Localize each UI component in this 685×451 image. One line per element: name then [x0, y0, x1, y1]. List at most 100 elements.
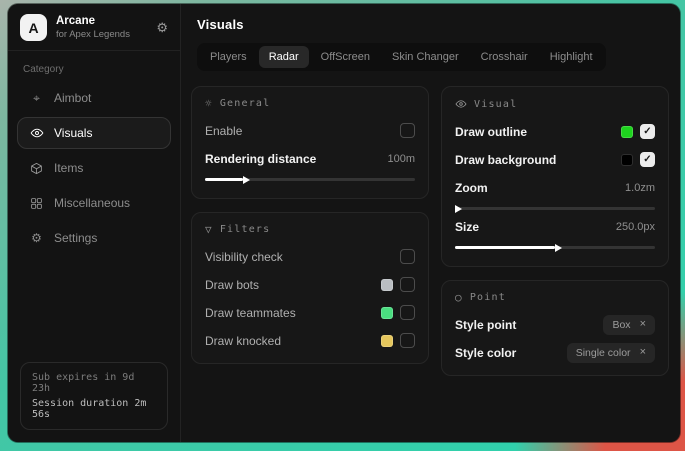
sidebar-item-miscellaneous[interactable]: Miscellaneous — [17, 187, 171, 219]
app-name: Arcane — [56, 15, 130, 27]
general-gear-icon: ☼ — [205, 98, 213, 109]
draw-teammates-row: Draw teammates — [205, 302, 415, 323]
visuals-tabbar: Players Radar OffScreen Skin Changer Cro… — [197, 43, 606, 71]
draw-bots-row: Draw bots — [205, 274, 415, 295]
sidebar: A Arcane for Apex Legends ⚙ Category ⌖ A… — [8, 4, 181, 442]
radar-content: ☼ General Enable Rendering distance 100m — [181, 71, 680, 376]
right-column: Visual Draw outline ✓ Draw background — [441, 86, 669, 376]
slider-thumb[interactable] — [555, 244, 562, 252]
remove-style-color-icon[interactable]: × — [640, 347, 646, 358]
sidebar-item-label: Settings — [54, 231, 97, 245]
draw-knocked-checkbox[interactable] — [400, 333, 415, 348]
draw-outline-color-swatch[interactable] — [621, 126, 633, 138]
sidebar-item-settings[interactable]: ⚙ Settings — [17, 222, 171, 254]
rendering-distance-value: 100m — [387, 153, 415, 165]
sub-expires-text: Sub expires in 9d 23h — [32, 372, 156, 394]
page-title: Visuals — [197, 17, 665, 32]
visual-eye-icon — [455, 98, 467, 110]
style-point-row: Style point Box × — [455, 314, 655, 335]
tab-highlight[interactable]: Highlight — [540, 46, 603, 68]
filters-panel: ▽ Filters Visibility check Draw bots — [191, 212, 429, 364]
sidebar-item-label: Items — [54, 161, 83, 175]
style-point-label: Style point — [455, 318, 516, 332]
draw-teammates-checkbox[interactable] — [400, 305, 415, 320]
visibility-check-row: Visibility check — [205, 246, 415, 267]
draw-teammates-label: Draw teammates — [205, 306, 296, 320]
app-subtitle: for Apex Legends — [56, 29, 130, 40]
rendering-distance-row: Rendering distance 100m — [205, 148, 415, 169]
draw-outline-checkbox[interactable]: ✓ — [640, 124, 655, 139]
filters-funnel-icon: ▽ — [205, 224, 213, 235]
app-logo: A — [20, 14, 47, 41]
general-panel: ☼ General Enable Rendering distance 100m — [191, 86, 429, 199]
size-value: 250.0px — [616, 221, 655, 233]
draw-background-row: Draw background ✓ — [455, 149, 655, 170]
style-point-tag[interactable]: Box × — [603, 315, 655, 335]
style-color-value: Single color — [576, 347, 631, 359]
visibility-check-checkbox[interactable] — [400, 249, 415, 264]
panel-title-text: Visual — [474, 99, 517, 110]
rendering-distance-slider[interactable] — [205, 178, 415, 181]
visibility-check-label: Visibility check — [205, 250, 283, 264]
draw-knocked-color-swatch[interactable] — [381, 335, 393, 347]
zoom-value: 1.0zm — [625, 182, 655, 194]
tab-crosshair[interactable]: Crosshair — [471, 46, 538, 68]
app-window: A Arcane for Apex Legends ⚙ Category ⌖ A… — [8, 4, 680, 442]
category-label: Category — [8, 51, 180, 82]
header-settings-icon[interactable]: ⚙ — [156, 21, 168, 34]
left-column: ☼ General Enable Rendering distance 100m — [191, 86, 429, 364]
draw-background-color-swatch[interactable] — [621, 154, 633, 166]
draw-background-checkbox[interactable]: ✓ — [640, 152, 655, 167]
main-area: Visuals Players Radar OffScreen Skin Cha… — [181, 4, 680, 442]
sidebar-item-label: Miscellaneous — [54, 196, 130, 210]
sidebar-header: A Arcane for Apex Legends ⚙ — [8, 4, 180, 51]
draw-outline-row: Draw outline ✓ — [455, 121, 655, 142]
filters-panel-title: ▽ Filters — [205, 224, 415, 235]
slider-thumb[interactable] — [243, 176, 250, 184]
style-color-row: Style color Single color × — [455, 342, 655, 363]
enable-checkbox[interactable] — [400, 123, 415, 138]
settings-gear-icon: ⚙ — [29, 232, 44, 244]
sidebar-item-aimbot[interactable]: ⌖ Aimbot — [17, 82, 171, 114]
style-point-value: Box — [612, 319, 630, 331]
sidebar-item-label: Aimbot — [54, 91, 91, 105]
draw-teammates-color-swatch[interactable] — [381, 307, 393, 319]
visual-panel: Visual Draw outline ✓ Draw background — [441, 86, 669, 267]
zoom-row: Zoom 1.0zm — [455, 177, 655, 198]
size-row: Size 250.0px — [455, 216, 655, 237]
slider-thumb[interactable] — [455, 205, 462, 213]
point-panel: ○ Point Style point Box × Style color S — [441, 280, 669, 376]
sidebar-item-items[interactable]: Items — [17, 152, 171, 184]
app-meta: Arcane for Apex Legends — [56, 15, 130, 40]
zoom-slider[interactable] — [455, 207, 655, 210]
tab-radar[interactable]: Radar — [259, 46, 309, 68]
size-slider[interactable] — [455, 246, 655, 249]
remove-style-point-icon[interactable]: × — [640, 319, 646, 330]
sidebar-nav: ⌖ Aimbot Visuals Items Miscellaneous — [8, 82, 180, 257]
enable-label: Enable — [205, 124, 242, 138]
rendering-distance-label: Rendering distance — [205, 152, 316, 166]
panel-title-text: Filters — [220, 224, 271, 235]
sidebar-item-label: Visuals — [54, 126, 92, 140]
tab-players[interactable]: Players — [200, 46, 257, 68]
point-dot-icon: ○ — [455, 292, 463, 303]
style-color-label: Style color — [455, 346, 516, 360]
zoom-label: Zoom — [455, 181, 488, 195]
point-panel-title: ○ Point — [455, 292, 655, 303]
panel-title-text: Point — [470, 292, 506, 303]
items-cube-icon — [29, 162, 44, 175]
slider-fill — [205, 178, 243, 181]
draw-bots-color-swatch[interactable] — [381, 279, 393, 291]
sidebar-item-visuals[interactable]: Visuals — [17, 117, 171, 149]
draw-knocked-label: Draw knocked — [205, 334, 281, 348]
visual-panel-title: Visual — [455, 98, 655, 110]
subscription-info-box: Sub expires in 9d 23h Session duration 2… — [20, 362, 168, 430]
main-header: Visuals — [181, 4, 680, 41]
general-panel-title: ☼ General — [205, 98, 415, 109]
style-color-tag[interactable]: Single color × — [567, 343, 655, 363]
draw-bots-checkbox[interactable] — [400, 277, 415, 292]
tab-skin-changer[interactable]: Skin Changer — [382, 46, 469, 68]
panel-title-text: General — [220, 98, 271, 109]
session-duration-text: Session duration 2m 56s — [32, 398, 156, 420]
tab-offscreen[interactable]: OffScreen — [311, 46, 380, 68]
